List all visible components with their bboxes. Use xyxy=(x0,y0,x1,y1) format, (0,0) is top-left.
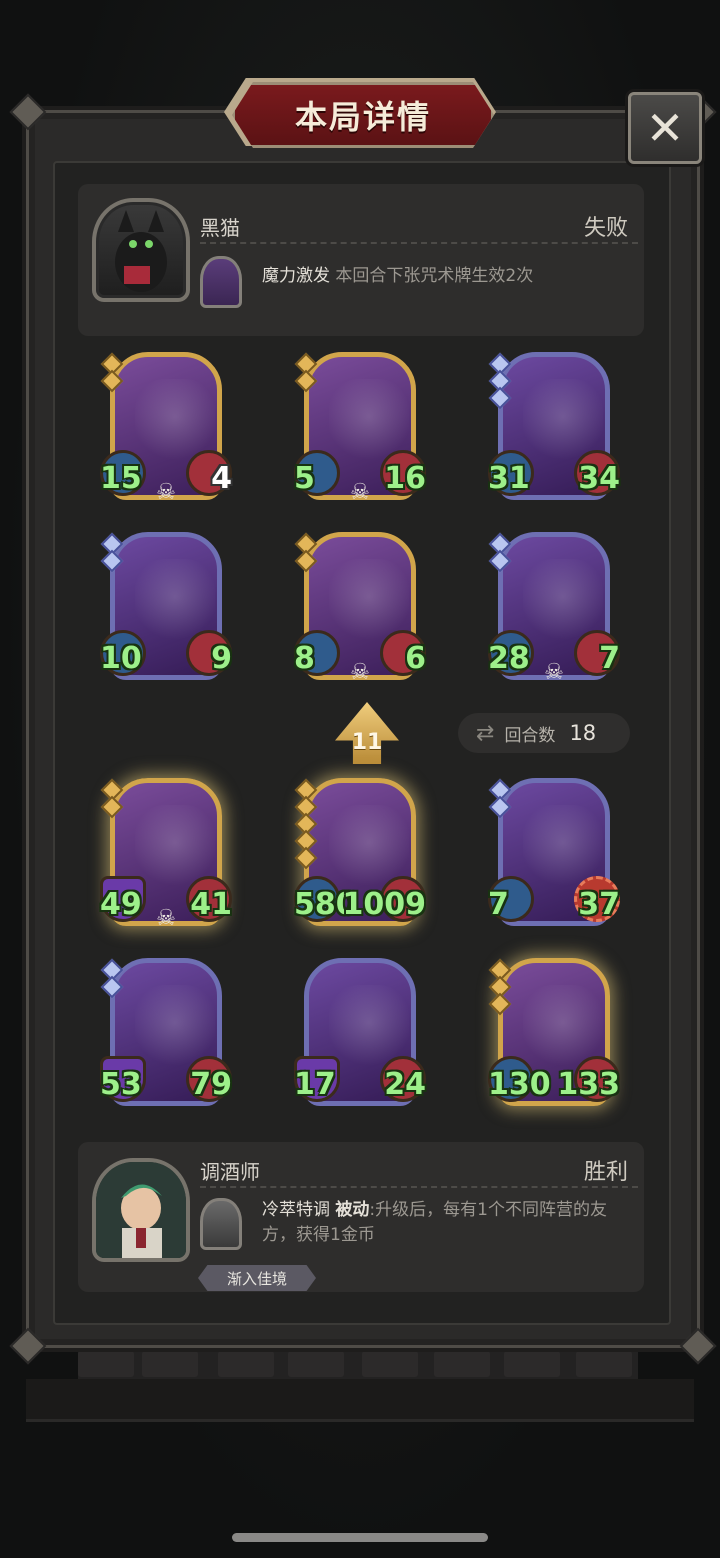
card-attack: 31 xyxy=(488,461,530,496)
card-attack: 7 xyxy=(488,887,509,922)
spell-card-icon xyxy=(200,256,242,308)
opponent-card[interactable]: 31 34 xyxy=(488,352,620,502)
tier-pip-icon xyxy=(294,549,318,573)
card-health: 16 xyxy=(384,461,426,496)
divider xyxy=(200,1186,638,1188)
level-value: 11 xyxy=(351,729,383,755)
card-attack: 17 xyxy=(294,1067,336,1102)
tier-pip-icon xyxy=(100,795,124,819)
player-skill-type: 被动 xyxy=(335,1200,370,1220)
tier-pips xyxy=(488,352,512,410)
card-health: 41 xyxy=(190,887,232,922)
player-status-tag: 渐入佳境 xyxy=(198,1265,316,1291)
opponent-name: 黑猫 xyxy=(200,216,240,240)
tier-pips xyxy=(294,778,318,870)
opponent-info: 黑猫 失败 魔力激发 本回合下张咒术牌生效2次 xyxy=(78,184,644,336)
home-indicator xyxy=(232,1533,488,1542)
player-name: 调酒师 xyxy=(200,1160,260,1184)
tier-pips xyxy=(100,958,124,999)
card-health: 37 xyxy=(578,887,620,922)
card-health: 24 xyxy=(384,1067,426,1102)
opponent-card[interactable]: 10 9 xyxy=(100,532,232,682)
player-card[interactable]: 53 79 xyxy=(100,958,232,1108)
tier-pip-icon xyxy=(488,992,512,1016)
tier-pip-icon xyxy=(488,549,512,573)
player-card[interactable]: 580 1009 xyxy=(294,778,426,928)
background-base xyxy=(26,1379,694,1422)
opponent-avatar[interactable] xyxy=(92,198,190,302)
black-cat-portrait-icon xyxy=(115,210,167,292)
rounds-counter: ⇄ 回合数 18 xyxy=(458,713,630,753)
card-attack: 10 xyxy=(100,641,142,676)
card-attack: 15 xyxy=(100,461,142,496)
opponent-card[interactable]: 8 6 ☠ xyxy=(294,532,426,685)
skull-icon: ☠ xyxy=(350,660,370,685)
swap-icon: ⇄ xyxy=(476,720,495,746)
player-card[interactable]: 49 41 ☠ xyxy=(100,778,232,931)
card-health: 7 xyxy=(599,641,620,676)
card-attack: 5 xyxy=(294,461,315,496)
tier-pip-icon xyxy=(488,386,512,410)
tier-pips xyxy=(488,532,512,573)
card-health: 9 xyxy=(211,641,232,676)
card-health: 34 xyxy=(578,461,620,496)
skull-icon: ☠ xyxy=(350,480,370,505)
player-info: 调酒师 胜利 冷萃特调 被动:升级后，每有1个不同阵营的友方，获得1金币 渐入佳… xyxy=(78,1142,644,1292)
card-health: 79 xyxy=(190,1067,232,1102)
player-skill: 冷萃特调 被动:升级后，每有1个不同阵营的友方，获得1金币 xyxy=(262,1198,630,1248)
card-health: 133 xyxy=(557,1067,620,1102)
player-card[interactable]: 17 24 xyxy=(294,958,426,1108)
tier-pip-icon xyxy=(294,369,318,393)
tier-pips xyxy=(100,778,124,819)
opponent-skill: 魔力激发 本回合下张咒术牌生效2次 xyxy=(262,264,630,289)
card-attack: 49 xyxy=(100,887,142,922)
tier-pip-icon xyxy=(100,549,124,573)
player-skill-name: 冷萃特调 xyxy=(262,1200,330,1220)
player-card[interactable]: 7 37 xyxy=(488,778,620,928)
card-attack: 53 xyxy=(100,1067,142,1102)
opponent-card[interactable]: 28 7 ☠ xyxy=(488,532,620,685)
bottle-card-icon xyxy=(200,1198,242,1250)
close-icon: ✕ xyxy=(645,101,685,155)
card-attack: 28 xyxy=(488,641,530,676)
opponent-result: 失败 xyxy=(583,216,628,241)
tier-pips xyxy=(488,958,512,1016)
tier-pip-icon xyxy=(100,369,124,393)
opponent-skill-name: 魔力激发 xyxy=(262,266,330,286)
bartender-portrait-icon xyxy=(96,1162,186,1258)
player-card[interactable]: 130 133 xyxy=(488,958,620,1108)
opponent-skill-desc: 本回合下张咒术牌生效2次 xyxy=(335,266,534,286)
opponent-card[interactable]: 5 16 ☠ xyxy=(294,352,426,505)
player-result: 胜利 xyxy=(583,1160,628,1185)
skull-icon: ☠ xyxy=(156,906,176,931)
rounds-label: 回合数 xyxy=(504,725,556,746)
player-avatar[interactable] xyxy=(92,1158,190,1262)
tier-pips xyxy=(100,532,124,573)
rounds-value: 18 xyxy=(569,721,597,745)
divider xyxy=(200,242,638,244)
tier-pips xyxy=(294,532,318,573)
close-button[interactable]: ✕ xyxy=(628,92,702,164)
opponent-card[interactable]: 15 4 ☠ xyxy=(100,352,232,505)
tier-pip-icon xyxy=(294,846,318,870)
tier-pips xyxy=(100,352,124,393)
card-attack: 8 xyxy=(294,641,315,676)
tier-pips xyxy=(488,778,512,819)
card-health: 6 xyxy=(405,641,426,676)
tier-pip-icon xyxy=(488,795,512,819)
tier-pip-icon xyxy=(100,975,124,999)
card-health: 4 xyxy=(211,461,232,496)
card-attack: 130 xyxy=(488,1067,551,1102)
card-health: 1009 xyxy=(342,887,427,922)
title-banner: 本局详情 xyxy=(232,82,494,148)
skull-icon: ☠ xyxy=(544,660,564,685)
page-title: 本局详情 xyxy=(294,98,431,136)
skull-icon: ☠ xyxy=(156,480,176,505)
tier-pips xyxy=(294,352,318,393)
background-card-shelf xyxy=(78,1345,638,1381)
